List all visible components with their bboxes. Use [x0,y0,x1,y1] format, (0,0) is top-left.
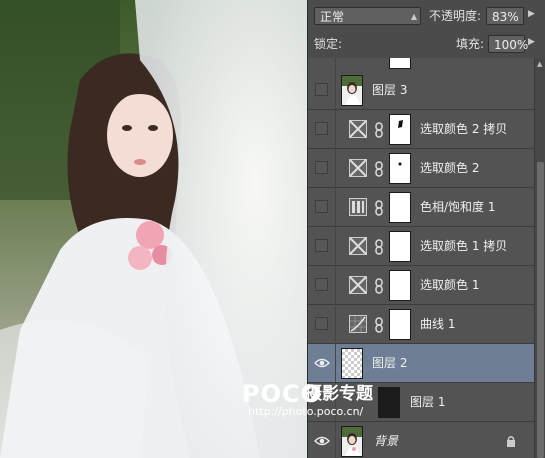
layer-name[interactable]: 曲线 1 [420,305,455,344]
watermark-subtitle: 摄影专题 [305,384,373,404]
mask-link-chain-icon[interactable] [374,278,384,294]
layer-row-selective-color-2-copy[interactable]: 选取颜色 2 拷贝 [308,110,534,149]
layer-mask-thumbnail [389,58,411,69]
blend-row: 正常 ▲ 不透明度: 83% ▶ [308,0,545,31]
layer-row-background[interactable]: 背景 [308,422,534,458]
layer-mask-thumbnail [389,270,411,301]
visibility-toggle[interactable] [315,317,328,330]
layer-name[interactable]: 选取颜色 1 [420,266,479,305]
mask-link-chain-icon[interactable] [374,200,384,216]
scrollbar-thumb[interactable] [537,162,544,458]
blend-mode-value: 正常 [320,10,345,24]
layer-row-selective-color-1[interactable]: 选取颜色 1 [308,266,534,305]
row-separator [335,305,336,344]
opacity-input[interactable]: 83% [486,7,524,25]
layer-mask-thumbnail [389,114,411,145]
selective-color-adjustment-icon [349,120,367,138]
selective-color-adjustment-icon [349,237,367,255]
visibility-toggle[interactable] [315,278,328,291]
row-separator [335,71,336,110]
layers-scrollbar[interactable]: ▲ [534,58,545,458]
layer-mask-thumbnail [389,192,411,223]
fill-label: 填充: [456,37,485,51]
eye-visibility-icon[interactable] [314,357,330,369]
opacity-label: 不透明度: [429,9,482,23]
layer-mask-thumbnail [389,231,411,262]
opacity-dropdown-icon[interactable]: ▶ [528,9,535,19]
lock-row: 锁定: 填充: 100% ▶ [308,30,545,80]
layer-row-layer3[interactable]: 图层 3 [308,71,534,110]
updown-arrow-icon: ▲ [410,12,417,21]
layer-name[interactable]: 选取颜色 2 [420,149,479,188]
visibility-toggle[interactable] [315,122,328,135]
layer-name[interactable]: 选取颜色 2 拷贝 [420,110,507,149]
row-separator [335,149,336,188]
layer-name[interactable]: 选取颜色 1 拷贝 [420,227,507,266]
fill-value: 100% [494,38,529,52]
curves-adjustment-icon [349,315,367,333]
layer-thumbnail-transparent [341,348,363,379]
visibility-toggle[interactable] [315,83,328,96]
layer-thumbnail [341,426,363,457]
layer-row-layer2[interactable]: 图层 2 [308,344,534,383]
selective-color-adjustment-icon [349,159,367,177]
blend-mode-select[interactable]: 正常 ▲ [314,7,421,25]
layer-name[interactable]: 图层 2 [372,344,407,383]
mask-link-chain-icon[interactable] [374,122,384,138]
row-separator [335,188,336,227]
row-separator [335,344,336,383]
row-separator [335,422,336,458]
layer-row-hue-saturation-1[interactable]: 色相/饱和度 1 [308,188,534,227]
row-separator [335,266,336,305]
eye-visibility-icon[interactable] [314,435,330,447]
lock-icon [507,436,515,447]
visibility-toggle[interactable] [315,239,328,252]
lock-label: 锁定: [314,37,343,51]
scroll-up-arrow-icon[interactable]: ▲ [537,60,542,68]
selective-color-adjustment-icon [349,276,367,294]
visibility-toggle[interactable] [315,161,328,174]
layer-name[interactable]: 背景 [374,422,398,458]
layer-mask-thumbnail [389,309,411,340]
layer-row-selective-color-1-copy[interactable]: 选取颜色 1 拷贝 [308,227,534,266]
fill-dropdown-icon[interactable]: ▶ [528,37,535,47]
layer-thumbnail [341,75,363,106]
layer-name[interactable]: 色相/饱和度 1 [420,188,496,227]
row-separator [335,227,336,266]
hue-saturation-adjustment-icon [349,198,367,216]
layer-name[interactable]: 图层 1 [410,383,445,422]
opacity-value: 83% [492,10,519,24]
mask-link-chain-icon[interactable] [374,317,384,333]
row-separator [335,110,336,149]
poco-watermark: POCO 摄影专题 http://photo.poco.cn/ [242,381,402,421]
layer-row-selective-color-2[interactable]: 选取颜色 2 [308,149,534,188]
mask-link-chain-icon[interactable] [374,239,384,255]
layer-mask-thumbnail [389,153,411,184]
mask-link-chain-icon[interactable] [374,161,384,177]
layer-row-curves-1[interactable]: 曲线 1 [308,305,534,344]
fill-input[interactable]: 100% [488,35,529,53]
layer-name[interactable]: 图层 3 [372,71,407,110]
watermark-url: http://photo.poco.cn/ [248,405,364,418]
visibility-toggle[interactable] [315,200,328,213]
